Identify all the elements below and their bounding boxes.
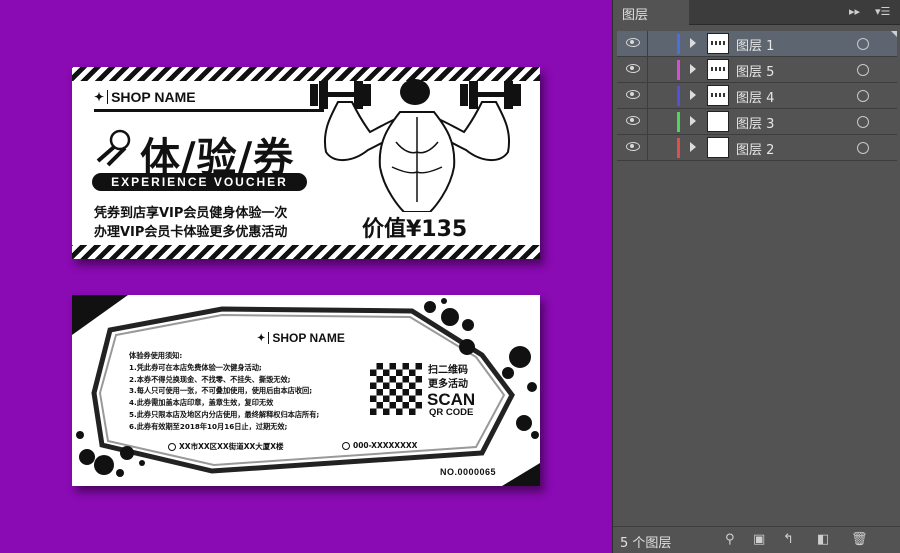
rule-item: 1.凭此券可在本店免费体验一次健身活动; [129, 362, 262, 372]
lock-column[interactable] [647, 57, 648, 83]
layer-row[interactable]: 图层 3 [617, 109, 897, 135]
selected-corner-icon [891, 31, 897, 37]
target-circle-icon[interactable] [857, 38, 869, 50]
rules-title: 体验券使用须知: [129, 351, 183, 360]
rule-item: 2.本券不得兑换现金、不找零、不挂失、撕毁无效; [129, 374, 291, 384]
expand-arrow-icon[interactable] [690, 116, 696, 126]
create-sublayer-icon[interactable]: ↰ [783, 532, 794, 547]
layer-color-swatch [677, 112, 680, 132]
layer-thumbnail [707, 59, 729, 80]
rule-item: 6.此券有效期至2018年10月16日止，过期无效; [129, 421, 288, 431]
visibility-eye-icon[interactable] [626, 116, 640, 125]
lock-column[interactable] [647, 83, 648, 109]
lock-column[interactable] [647, 109, 648, 135]
layer-row[interactable]: 图层 1 [617, 31, 897, 57]
bodybuilder-illustration [310, 79, 521, 212]
layer-color-swatch [677, 86, 680, 106]
layer-name[interactable]: 图层 1 [736, 35, 774, 54]
target-circle-icon[interactable] [857, 64, 869, 76]
front-line-1: 凭券到店享VIP会员健身体验一次 [94, 206, 288, 221]
layer-thumbnail [707, 111, 729, 132]
price-label: 价值¥135 [362, 217, 468, 242]
shop-name-back: ✦ SHOP NAME [257, 331, 345, 345]
panel-menu-icon[interactable]: ▾☰ [875, 5, 890, 18]
voucher-back-card: ✦ SHOP NAME 体验券使用须知: 1.凭此券可在本店免费体验一次健身活动… [72, 295, 540, 486]
phone-icon [342, 441, 350, 450]
visibility-eye-icon[interactable] [626, 90, 640, 99]
expand-arrow-icon[interactable] [690, 64, 696, 74]
delete-layer-icon[interactable]: 🗑 [851, 532, 868, 547]
layer-name[interactable]: 图层 2 [736, 139, 774, 158]
layer-thumbnail [707, 33, 729, 54]
create-new-layer-icon[interactable]: ◧ [817, 532, 829, 547]
usage-rules: 体验券使用须知: 1.凭此券可在本店免费体验一次健身活动; 2.本券不得兑换现金… [129, 350, 319, 433]
layer-row[interactable]: 图层 2 [617, 135, 897, 161]
layer-color-swatch [677, 60, 680, 80]
qr-code [370, 363, 422, 415]
artboard-canvas[interactable]: ✦ SHOP NAME 体/验/券 EXPERIENCE VOUCHER 凭券到… [0, 0, 612, 553]
locate-object-icon[interactable]: ⚲ [725, 532, 735, 547]
rule-item: 4.此券需加盖本店印章，盖章生效，复印无效 [129, 398, 274, 408]
layer-thumbnail [707, 85, 729, 106]
make-clipping-mask-icon[interactable]: ▣ [753, 532, 765, 547]
hand-grip-icon [96, 129, 131, 167]
address: XX市XX区XX街道XX大厦X楼 [168, 441, 284, 452]
rule-item: 3.每人只可使用一张，不可叠加使用，使用后由本店收回; [129, 386, 313, 396]
tab-layers[interactable]: 图层 [613, 0, 689, 25]
panel-footer: 5 个图层 ⚲ ▣ ↰ ◧ 🗑 [613, 526, 900, 553]
scan-text-1: 扫二维码 [428, 365, 468, 376]
layer-row[interactable]: 图层 5 [617, 57, 897, 83]
qr-code-label: QR CODE [429, 407, 474, 418]
layer-count: 5 个图层 [620, 536, 672, 551]
collapse-panel-icon[interactable]: ▸▸ [849, 5, 860, 18]
layer-list: 图层 1 图层 5 图层 4 图层 3 图层 2 [617, 31, 897, 161]
layers-panel: 图层 ▸▸ ▾☰ 图层 1 图层 5 图层 4 图层 3 图层 2 5 个图层 ⚲ ▣ … [612, 0, 900, 553]
layer-color-swatch [677, 138, 680, 158]
visibility-eye-icon[interactable] [626, 64, 640, 73]
target-circle-icon[interactable] [857, 116, 869, 128]
layer-name[interactable]: 图层 3 [736, 113, 774, 132]
phone: 000-XXXXXXXX [342, 441, 417, 450]
thumbnail-art [711, 67, 726, 71]
thumbnail-art [711, 41, 726, 45]
lock-column[interactable] [647, 31, 648, 57]
thumbnail-art [711, 93, 726, 97]
target-circle-icon[interactable] [857, 142, 869, 154]
layer-name[interactable]: 图层 4 [736, 87, 774, 106]
location-pin-icon [168, 442, 176, 451]
shop-logo-icon: ✦ [94, 90, 105, 104]
scan-text-2: 更多活动 [428, 379, 468, 390]
expand-arrow-icon[interactable] [690, 142, 696, 152]
expand-arrow-icon[interactable] [690, 90, 696, 100]
front-divider [94, 109, 324, 112]
serial-number: NO.0000065 [440, 467, 497, 477]
experience-voucher-pill: EXPERIENCE VOUCHER [92, 173, 307, 191]
panel-tabbar: 图层 ▸▸ ▾☰ [613, 0, 900, 25]
layer-name[interactable]: 图层 5 [736, 61, 774, 80]
front-line-2: 办理VIP会员卡体验更多优惠活动 [94, 225, 288, 240]
voucher-front-card: ✦ SHOP NAME 体/验/券 EXPERIENCE VOUCHER 凭券到… [72, 67, 540, 259]
target-circle-icon[interactable] [857, 90, 869, 102]
expand-arrow-icon[interactable] [690, 38, 696, 48]
rule-item: 5.此券只限本店及地区内分店使用，最终解释权归本店所有; [129, 409, 320, 419]
layer-row[interactable]: 图层 4 [617, 83, 897, 109]
shop-logo-icon: ✦ [257, 332, 266, 344]
bottom-stripe [72, 245, 540, 259]
visibility-eye-icon[interactable] [626, 38, 640, 47]
layer-thumbnail [707, 137, 729, 158]
lock-column[interactable] [647, 135, 648, 161]
visibility-eye-icon[interactable] [626, 142, 640, 151]
layer-color-swatch [677, 34, 680, 54]
shop-name-front: ✦ SHOP NAME [94, 89, 196, 105]
